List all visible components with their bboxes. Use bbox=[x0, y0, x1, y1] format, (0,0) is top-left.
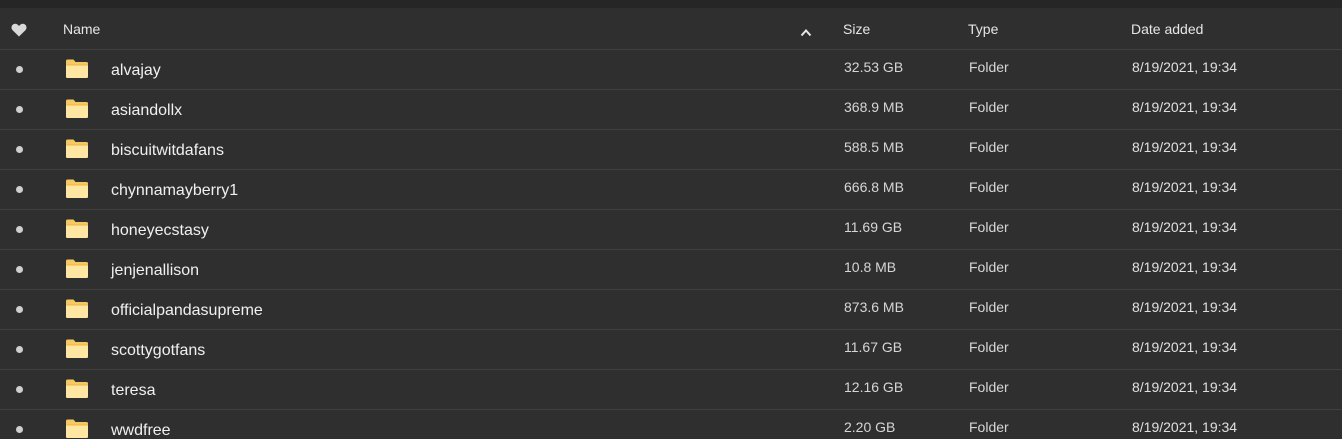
folder-icon bbox=[65, 418, 89, 439]
bullet-icon bbox=[16, 186, 23, 193]
bullet-icon bbox=[16, 386, 23, 393]
file-date-added: 8/19/2021, 19:34 bbox=[1132, 379, 1238, 395]
bullet-icon bbox=[16, 266, 23, 273]
table-row[interactable]: scottygotfans 11.67 GB Folder 8/19/2021,… bbox=[0, 330, 1342, 370]
file-type: Folder bbox=[969, 219, 1009, 235]
file-date-added: 8/19/2021, 19:34 bbox=[1132, 339, 1238, 355]
folder-icon bbox=[65, 178, 89, 199]
folder-icon bbox=[65, 258, 89, 279]
file-type: Folder bbox=[969, 259, 1009, 275]
file-date-added: 8/19/2021, 19:34 bbox=[1132, 419, 1238, 435]
file-size: 368.9 MB bbox=[844, 99, 904, 115]
folder-icon bbox=[65, 378, 89, 399]
folder-icon bbox=[65, 138, 89, 159]
file-size: 873.6 MB bbox=[844, 299, 904, 315]
file-date-added: 8/19/2021, 19:34 bbox=[1132, 219, 1238, 235]
column-header-type[interactable]: Type bbox=[968, 8, 998, 49]
table-row[interactable]: asiandollx 368.9 MB Folder 8/19/2021, 19… bbox=[0, 90, 1342, 130]
file-type: Folder bbox=[969, 59, 1009, 75]
file-type: Folder bbox=[969, 99, 1009, 115]
table-row[interactable]: wwdfree 2.20 GB Folder 8/19/2021, 19:34 bbox=[0, 410, 1342, 439]
bullet-icon bbox=[16, 146, 23, 153]
file-size: 32.53 GB bbox=[844, 59, 904, 75]
file-table: Name Size Type Date added alvajay 32.53 … bbox=[0, 0, 1342, 439]
table-row[interactable]: jenjenallison 10.8 MB Folder 8/19/2021, … bbox=[0, 250, 1342, 290]
file-list: alvajay 32.53 GB Folder 8/19/2021, 19:34… bbox=[0, 50, 1342, 439]
table-row[interactable]: alvajay 32.53 GB Folder 8/19/2021, 19:34 bbox=[0, 50, 1342, 90]
table-row[interactable]: chynnamayberry1 666.8 MB Folder 8/19/202… bbox=[0, 170, 1342, 210]
folder-icon bbox=[65, 98, 89, 119]
column-header-name[interactable]: Name bbox=[63, 8, 100, 49]
file-name[interactable]: scottygotfans bbox=[111, 330, 205, 369]
bullet-icon bbox=[16, 106, 23, 113]
file-type: Folder bbox=[969, 179, 1009, 195]
bullet-icon bbox=[16, 426, 23, 433]
file-name[interactable]: biscuitwitdafans bbox=[111, 130, 224, 169]
file-date-added: 8/19/2021, 19:34 bbox=[1132, 139, 1238, 155]
file-name[interactable]: teresa bbox=[111, 370, 155, 409]
bullet-icon bbox=[16, 306, 23, 313]
file-date-added: 8/19/2021, 19:34 bbox=[1132, 99, 1238, 115]
folder-icon bbox=[65, 298, 89, 319]
file-type: Folder bbox=[969, 379, 1009, 395]
folder-icon bbox=[65, 58, 89, 79]
table-row[interactable]: teresa 12.16 GB Folder 8/19/2021, 19:34 bbox=[0, 370, 1342, 410]
bullet-icon bbox=[16, 66, 23, 73]
bullet-icon bbox=[16, 346, 23, 353]
file-size: 666.8 MB bbox=[844, 179, 904, 195]
file-date-added: 8/19/2021, 19:34 bbox=[1132, 299, 1238, 315]
file-name[interactable]: wwdfree bbox=[111, 410, 171, 439]
folder-icon bbox=[65, 338, 89, 359]
file-type: Folder bbox=[969, 139, 1009, 155]
file-name[interactable]: honeyecstasy bbox=[111, 210, 209, 249]
top-strip bbox=[0, 0, 1342, 8]
file-type: Folder bbox=[969, 299, 1009, 315]
table-row[interactable]: biscuitwitdafans 588.5 MB Folder 8/19/20… bbox=[0, 130, 1342, 170]
file-type: Folder bbox=[969, 339, 1009, 355]
file-size: 12.16 GB bbox=[844, 379, 904, 395]
folder-icon bbox=[65, 218, 89, 239]
chevron-up-icon[interactable] bbox=[800, 24, 812, 37]
file-size: 11.69 GB bbox=[844, 219, 903, 235]
file-name[interactable]: jenjenallison bbox=[111, 250, 199, 289]
file-size: 588.5 MB bbox=[844, 139, 904, 155]
table-header: Name Size Type Date added bbox=[0, 8, 1342, 50]
column-header-size[interactable]: Size bbox=[843, 8, 870, 49]
file-name[interactable]: asiandollx bbox=[111, 90, 182, 129]
file-date-added: 8/19/2021, 19:34 bbox=[1132, 59, 1238, 75]
table-row[interactable]: honeyecstasy 11.69 GB Folder 8/19/2021, … bbox=[0, 210, 1342, 250]
file-date-added: 8/19/2021, 19:34 bbox=[1132, 259, 1238, 275]
file-name[interactable]: officialpandasupreme bbox=[111, 290, 263, 329]
file-date-added: 8/19/2021, 19:34 bbox=[1132, 179, 1238, 195]
heart-icon[interactable] bbox=[11, 23, 27, 37]
file-name[interactable]: alvajay bbox=[111, 50, 161, 89]
column-header-date-added[interactable]: Date added bbox=[1131, 8, 1203, 49]
file-name[interactable]: chynnamayberry1 bbox=[111, 170, 238, 209]
table-row[interactable]: officialpandasupreme 873.6 MB Folder 8/1… bbox=[0, 290, 1342, 330]
file-size: 2.20 GB bbox=[844, 419, 896, 435]
file-type: Folder bbox=[969, 419, 1009, 435]
file-size: 10.8 MB bbox=[844, 259, 897, 275]
bullet-icon bbox=[16, 226, 23, 233]
file-size: 11.67 GB bbox=[844, 339, 903, 355]
